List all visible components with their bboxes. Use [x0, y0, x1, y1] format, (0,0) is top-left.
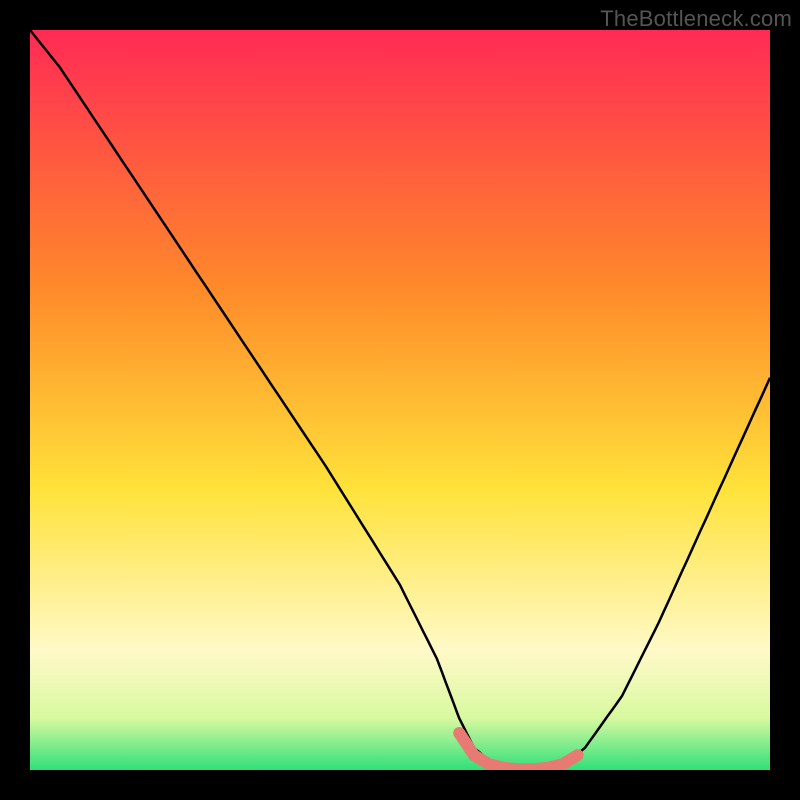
highlight-markers	[454, 728, 577, 769]
bottleneck-curve	[30, 30, 770, 770]
highlight-dot	[454, 728, 464, 738]
curve-layer	[30, 30, 770, 770]
highlight-dot	[468, 749, 480, 761]
plot-area	[30, 30, 770, 770]
chart-stage: TheBottleneck.com	[0, 0, 800, 800]
attribution-text: TheBottleneck.com	[600, 6, 792, 32]
